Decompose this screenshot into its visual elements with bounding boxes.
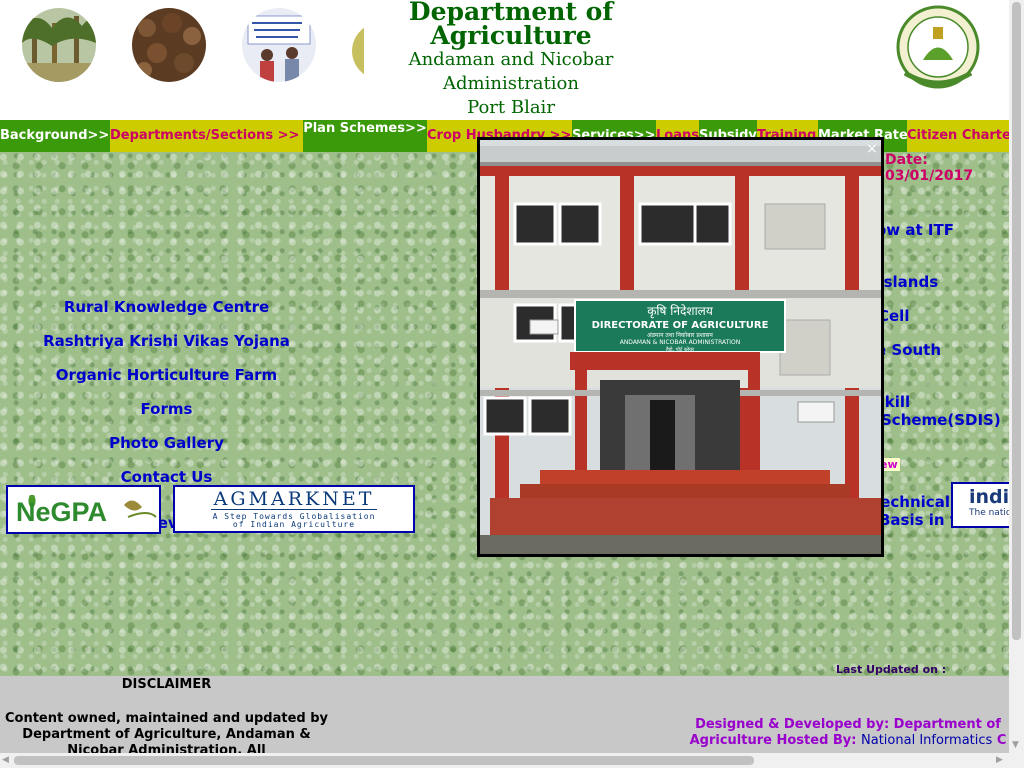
vertical-scrollbar[interactable]: ▲ ▼ [1009,0,1024,753]
popup-close-icon[interactable]: × [862,139,882,159]
agmarknet-banner[interactable]: AGMARKNET A Step Towards Globalisation o… [173,485,415,533]
nav-citizen-charter[interactable]: Citizen Charter [907,120,1009,152]
site-title: Department of Agriculture Andaman and Ni… [364,0,658,120]
header-photo-training [242,8,316,82]
news-item-sdis[interactable]: Scheme(SDIS) [881,411,1001,429]
negpa-text: NeGPA [16,497,108,527]
india-portal-title: india [969,486,1009,508]
news-item-south[interactable]: e South [876,341,941,359]
news-item-islands[interactable]: Islands [878,273,938,291]
nav-plan-schemes[interactable]: Plan Schemes>> [303,120,427,152]
header-photo-palms [22,8,96,82]
directorate-building-photo: कृषि निदेशालय DIRECTORATE OF AGRICULTURE… [480,140,881,554]
horizontal-scrollbar[interactable]: ◀ ▶ [0,753,1009,768]
host-link-tail: C [996,733,1007,748]
nav-background[interactable]: Background>> [0,120,110,152]
scroll-left-icon[interactable]: ◀ [2,755,9,765]
agmarknet-title: AGMARKNET [213,488,375,510]
india-portal-sub: The natio [969,508,1009,518]
sign-hindi: कृषि निदेशालय [647,304,714,319]
vertical-scroll-thumb[interactable] [1012,2,1021,640]
link-forms[interactable]: Forms [0,400,333,418]
title-line-2: Agriculture [430,21,592,50]
header-photo-seeds [132,8,206,82]
sign-sub-place: हैडो, पोर्ट ब्लेयर [666,346,695,353]
link-photo-gallery[interactable]: Photo Gallery [0,434,333,452]
scrollbar-corner [1009,753,1024,768]
site-header: Department of Agriculture Andaman and Ni… [0,0,1009,120]
agriculture-department-logo [893,5,983,90]
nav-departments[interactable]: Departments/Sections >> [110,120,303,152]
sign-sub-english: ANDAMAN & NICOBAR ADMINISTRATION [620,339,741,346]
agmarknet-tagline-2: of Indian Agriculture [232,520,356,529]
title-line-4: Administration [443,73,579,94]
scroll-down-icon[interactable]: ▼ [1012,740,1019,750]
title-line-5: Port Blair [467,97,555,118]
news-item-itf[interactable]: ow at ITF [876,221,954,239]
sign-english: DIRECTORATE OF AGRICULTURE [592,320,769,331]
site-footer: DISCLAIMER Content owned, maintained and… [0,676,1009,753]
news-item-basis[interactable]: Basis in t [879,511,957,529]
india-portal-banner[interactable]: india The natio [951,482,1009,528]
title-line-3: Andaman and Nicobar [408,49,614,70]
header-photo-partial [352,20,364,82]
disclaimer-title: DISCLAIMER [121,677,212,692]
building-photo-popup[interactable]: कृषि निदेशालय DIRECTORATE OF AGRICULTURE… [477,137,884,557]
host-link[interactable]: National Informatics [861,733,992,748]
sign-sub-hindi: अंडमान तथा निकोबार प्रशासन [647,331,713,339]
link-rkvy[interactable]: Rashtriya Krishi Vikas Yojana [0,332,333,350]
designed-by: Designed & Developed by: Department of A… [680,717,1009,749]
page: Department of Agriculture Andaman and Ni… [0,0,1009,753]
link-organic-horticulture-farm[interactable]: Organic Horticulture Farm [0,366,333,384]
scroll-right-icon[interactable]: ▶ [996,755,1003,765]
disclaimer-text: Content owned, maintained and updated by… [4,711,329,753]
link-rural-knowledge-centre[interactable]: Rural Knowledge Centre [0,298,333,316]
current-date: Date: 03/01/2017 [885,152,974,184]
link-contact-us[interactable]: Contact Us [0,468,333,486]
negpa-banner[interactable]: NeGPA [6,485,161,534]
horizontal-scroll-thumb[interactable] [14,756,754,765]
